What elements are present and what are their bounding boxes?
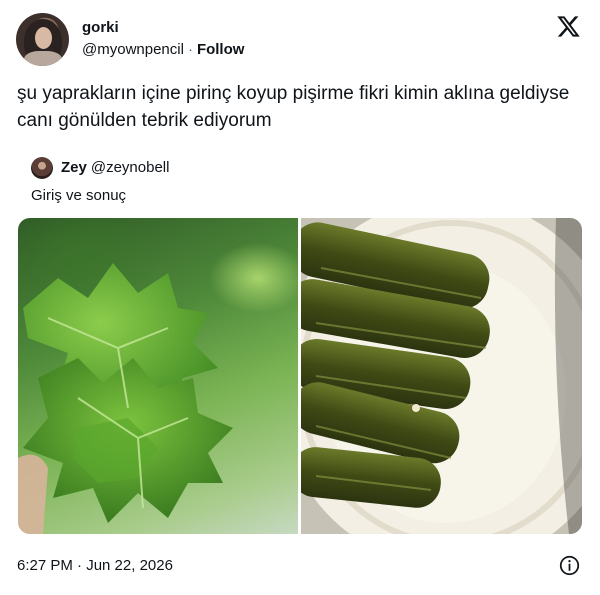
grape-leaves-illustration (18, 263, 233, 534)
quote-author-name[interactable]: Zey (61, 159, 87, 176)
tweet-card: gorki @myownpencil · Follow şu yaprakların… (0, 0, 600, 595)
dolma-plate-illustration (301, 218, 582, 534)
handle-separator: · (187, 41, 193, 58)
author-avatar[interactable] (16, 13, 69, 66)
stuffed-grape-leaves-photo[interactable] (301, 218, 582, 534)
avatar-body-shape (24, 51, 62, 66)
quote-author-avatar[interactable] (31, 157, 53, 179)
avatar-face-shape (35, 27, 52, 49)
quote-author-line: Zey @zeynobell (61, 158, 169, 178)
tweet-timestamp[interactable]: 6:27 PM · Jun 22, 2026 (17, 556, 173, 576)
info-icon[interactable] (559, 555, 580, 576)
tweet-text: şu yaprakların içine pirinç koyup pişirm… (17, 83, 570, 131)
x-logo-icon[interactable] (556, 14, 581, 39)
author-handle-line: @myownpencil · Follow (82, 40, 244, 60)
follow-button[interactable]: Follow (197, 41, 245, 58)
author-handle[interactable]: @myownpencil (82, 41, 184, 58)
author-name[interactable]: gorki (82, 18, 119, 38)
grape-leaves-photo[interactable] (18, 218, 298, 534)
quote-author-handle[interactable]: @zeynobell (91, 159, 170, 176)
quote-text: Giriş ve sonuç (31, 187, 127, 204)
